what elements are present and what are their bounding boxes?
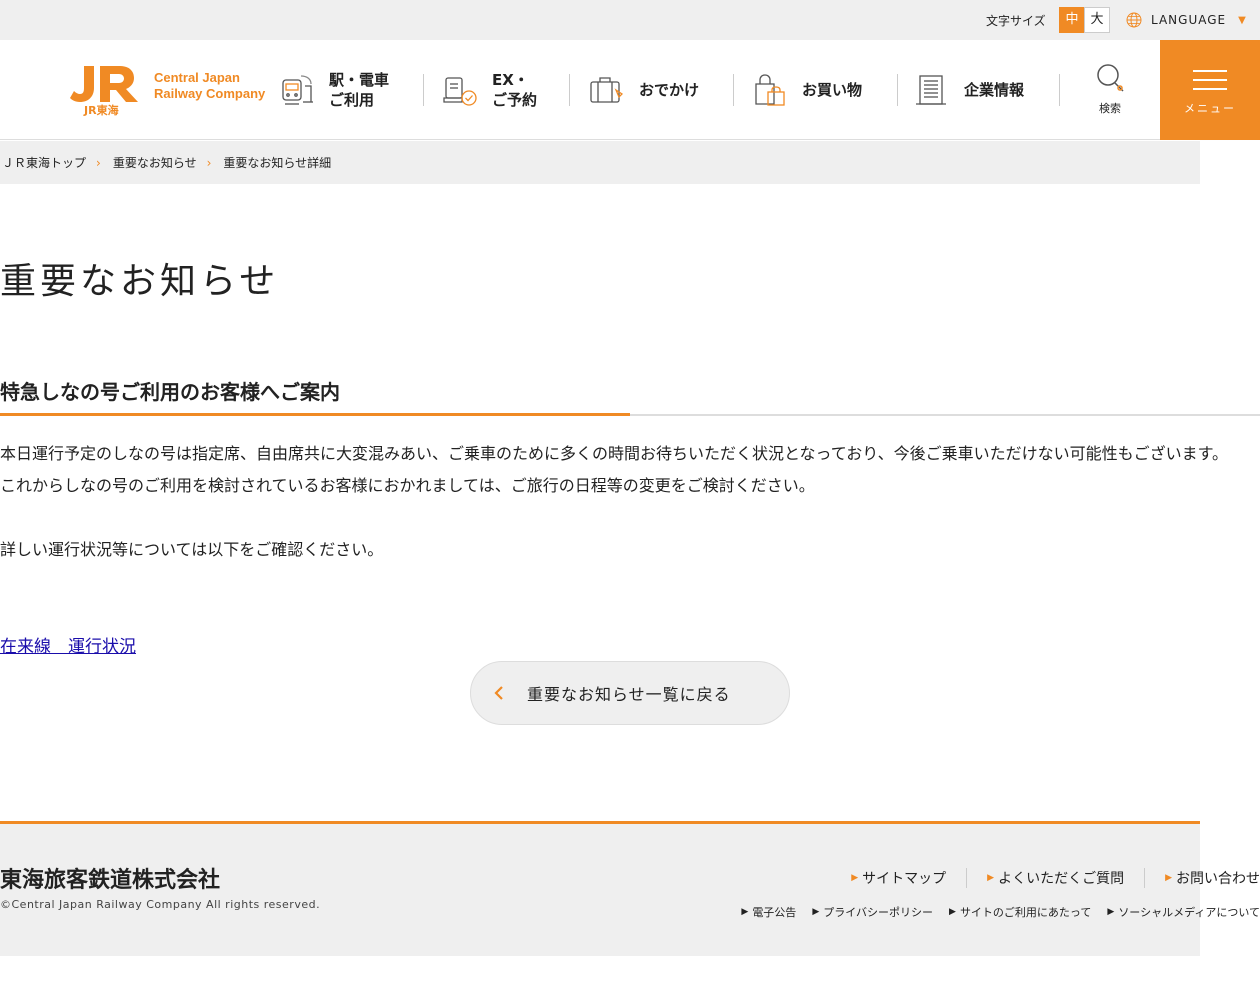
- notice-body: 本日運行予定のしなの号は指定席、自由席共に大変混みあい、ご乗車のために多くの時間…: [0, 438, 1250, 566]
- triangle-right-icon: ▶: [812, 907, 820, 917]
- building-icon: [916, 75, 946, 105]
- hamburger-icon: [1193, 70, 1227, 72]
- language-selector[interactable]: LANGUAGE ▼: [1126, 11, 1247, 29]
- menu-label: メニュー: [1184, 102, 1236, 115]
- nav-label: 駅・電車 ご利用: [329, 71, 390, 109]
- nav-item-corporate[interactable]: 企業情報: [914, 40, 1024, 140]
- nav-divider: [569, 74, 570, 106]
- caret-down-icon: ▼: [1238, 14, 1247, 26]
- nav-item-station[interactable]: 駅・電車 ご利用: [279, 40, 389, 140]
- company-name-en: Central Japan Railway Company: [154, 70, 266, 101]
- triangle-right-icon: ▶: [851, 873, 859, 883]
- page-title: 重要なお知らせ: [0, 261, 280, 302]
- language-label: LANGUAGE: [1151, 13, 1227, 27]
- menu-button[interactable]: メニュー: [1160, 40, 1260, 140]
- font-size-label: 文字サイズ: [986, 14, 1046, 28]
- site-footer: 東海旅客鉄道株式会社 ©Central Japan Railway Compan…: [0, 821, 1260, 956]
- breadcrumb: ＪＲ東海トップ › 重要なお知らせ › 重要なお知らせ詳細: [0, 141, 1200, 184]
- nav-item-reservation[interactable]: EX・ ご予約: [442, 40, 537, 140]
- notice-paragraph: 本日運行予定のしなの号は指定席、自由席共に大変混みあい、ご乗車のために多くの時間…: [0, 444, 1229, 463]
- triangle-right-icon: ▶: [987, 873, 995, 883]
- nav-divider: [733, 74, 734, 106]
- nav-divider: [423, 74, 424, 106]
- footer-secondary-links: ▶ 電子公告 ▶ プライバシーポリシー ▶ サイトのご利用にあたって ▶ ソーシ…: [725, 904, 1260, 920]
- footer-link-faq[interactable]: ▶ よくいただくご質問: [967, 868, 1124, 888]
- nav-item-shopping[interactable]: お買い物: [752, 40, 862, 140]
- footer-link-social[interactable]: ▶ ソーシャルメディアについて: [1107, 904, 1260, 920]
- nav-item-outing[interactable]: おでかけ: [589, 40, 699, 140]
- notice-heading: 特急しなの号ご利用のお客様へご案内: [0, 380, 340, 404]
- notice-paragraph: これからしなの号のご利用を検討されているお客様におかれましては、ご旅行の日程等の…: [0, 476, 815, 495]
- nav-label: お買い物: [802, 81, 863, 99]
- footer-link-sitemap[interactable]: ▶ サイトマップ: [831, 868, 946, 888]
- heading-divider: [630, 414, 1260, 416]
- reservation-icon: [443, 77, 477, 106]
- nav-label: 企業情報: [964, 81, 1025, 99]
- suitcase-icon: [590, 77, 624, 103]
- shopping-bag-icon: [755, 74, 785, 106]
- notice-paragraph: 詳しい運行状況等については以下をご確認ください。: [0, 540, 384, 559]
- triangle-right-icon: ▶: [949, 907, 956, 917]
- footer-company-name: 東海旅客鉄道株式会社: [0, 868, 221, 893]
- site-header: JR東海 Central Japan Railway Company 駅・電車 …: [0, 40, 1260, 140]
- chevron-left-icon: [494, 686, 503, 700]
- globe-icon: [1126, 12, 1142, 28]
- operation-status-link[interactable]: 在来線 運行状況: [0, 632, 136, 657]
- font-size-medium-button[interactable]: 中: [1059, 7, 1085, 33]
- hamburger-icon: [1193, 88, 1227, 90]
- triangle-right-icon: ▶: [1107, 907, 1115, 917]
- heading-underline: [0, 413, 630, 416]
- hamburger-icon: [1193, 79, 1227, 81]
- nav-divider: [1059, 74, 1060, 106]
- chevron-right-icon: ›: [206, 155, 212, 170]
- jr-logo-mark: [70, 66, 138, 102]
- breadcrumb-item-notices[interactable]: 重要なお知らせ: [111, 154, 197, 171]
- search-button[interactable]: 検索: [1093, 62, 1127, 116]
- search-icon: [1097, 64, 1124, 92]
- footer-primary-links: ▶ サイトマップ ▶ よくいただくご質問 ▶ お問い合わせ: [831, 868, 1260, 888]
- font-size-large-button[interactable]: 大: [1084, 7, 1110, 33]
- breadcrumb-item-top[interactable]: ＪＲ東海トップ: [0, 154, 86, 171]
- nav-label: EX・ ご予約: [492, 71, 538, 109]
- nav-label: おでかけ: [639, 81, 700, 99]
- breadcrumb-item-current: 重要なお知らせ詳細: [223, 156, 332, 170]
- footer-link-contact[interactable]: ▶ お問い合わせ: [1145, 868, 1260, 888]
- search-label: 検索: [1099, 102, 1121, 115]
- jr-tokai-label: JR東海: [84, 104, 119, 117]
- triangle-right-icon: ▶: [741, 907, 749, 917]
- footer-link-terms[interactable]: ▶ サイトのご利用にあたって: [949, 904, 1091, 920]
- nav-divider: [897, 74, 898, 106]
- utility-bar: 文字サイズ 中 大 LANGUAGE ▼: [0, 0, 1260, 40]
- triangle-right-icon: ▶: [1165, 873, 1172, 883]
- back-to-list-button[interactable]: 重要なお知らせ一覧に戻る: [470, 661, 790, 725]
- footer-link-public-notice[interactable]: ▶ 電子公告: [741, 904, 796, 920]
- train-station-icon: [282, 75, 313, 105]
- copyright: ©Central Japan Railway Company All right…: [0, 898, 321, 911]
- chevron-right-icon: ›: [96, 155, 101, 170]
- footer-link-privacy[interactable]: ▶ プライバシーポリシー: [812, 904, 933, 920]
- jr-central-logo[interactable]: JR東海 Central Japan Railway Company: [70, 64, 280, 118]
- back-button-label: 重要なお知らせ一覧に戻る: [527, 685, 731, 704]
